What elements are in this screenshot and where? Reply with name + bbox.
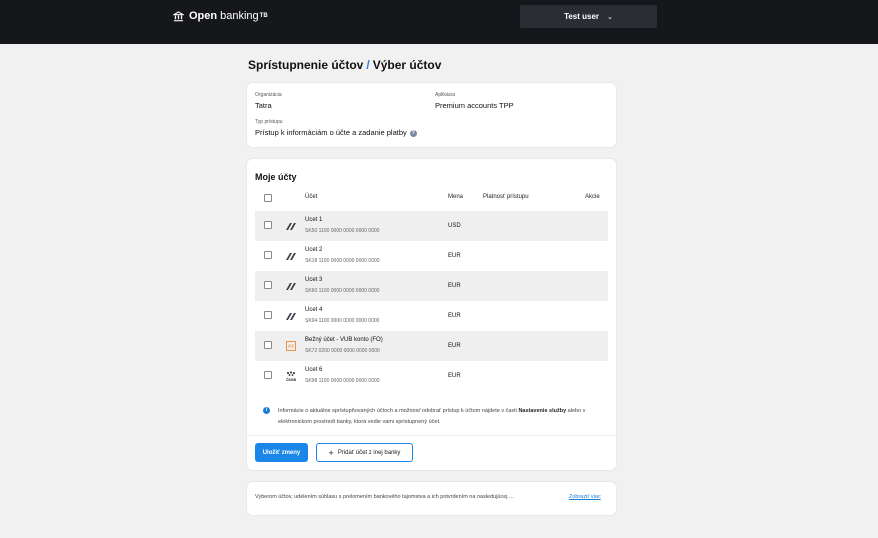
add-account-label: Pridať účet z inej banky — [337, 449, 401, 456]
application-label: Aplikácia — [435, 92, 456, 98]
tatra-bank-icon — [286, 313, 296, 320]
consent-text: Vyberom účtov, udelením súhlasu s prelom… — [255, 494, 514, 500]
account-iban: SK60 1100 0000 0000 0000 0000 — [305, 288, 380, 294]
consent-card: Vyberom účtov, udelením súhlasu s prelom… — [247, 482, 616, 515]
brand-superscript: TB — [259, 13, 268, 19]
organization-label: Organizácia — [255, 92, 282, 98]
user-name: Test user — [564, 12, 600, 21]
chevron-down-icon: ⌄ — [607, 13, 613, 21]
application-value: Premium accounts TPP — [435, 101, 514, 110]
account-currency: EUR — [448, 283, 461, 289]
bank-building-icon — [173, 10, 184, 21]
brand-bold: Open — [189, 10, 218, 22]
application-field: Aplikácia Premium accounts TPP — [435, 92, 514, 110]
divider — [247, 435, 616, 436]
page-title: Sprístupnenie účtov / Výber účtov — [248, 58, 441, 72]
account-name: Bežný účet - VUB konto (FO) — [305, 337, 383, 343]
page-title-part2: Výber účtov — [372, 58, 442, 72]
tatra-bank-icon — [286, 223, 296, 230]
tatra-bank-icon — [286, 253, 296, 260]
section-title: Moje účty — [255, 172, 297, 182]
account-iban: SK72 0200 0000 0000 0000 0000 — [305, 348, 380, 354]
account-row: Ucet 4 SK94 1100 0000 0000 0000 0000 EUR — [255, 301, 608, 331]
account-currency: EUR — [448, 343, 461, 349]
account-checkbox[interactable] — [264, 221, 272, 229]
csob-bank-icon: ČSOB — [286, 371, 296, 382]
add-account-button[interactable]: + Pridať účet z inej banky — [316, 443, 413, 462]
plus-icon: + — [328, 447, 334, 458]
column-currency: Mena — [448, 194, 464, 200]
account-name: Ucet 2 — [305, 247, 323, 253]
top-navigation-bar: Open banking TB Test user ⌄ — [0, 0, 878, 44]
account-currency: EUR — [448, 313, 461, 319]
help-icon[interactable]: ? — [409, 129, 417, 137]
title-separator: / — [366, 58, 370, 72]
account-iban: SK18 1100 0000 0000 0000 0000 — [305, 258, 380, 264]
account-row: Bežný účet - VUB konto (FO) SK72 0200 00… — [255, 331, 608, 361]
note-pre: Informácie o aktuálne sprístupňovaných ú… — [278, 408, 519, 414]
account-name: Ucet 1 — [305, 217, 323, 223]
account-checkbox[interactable] — [264, 251, 272, 259]
user-menu-button[interactable]: Test user ⌄ — [520, 5, 657, 28]
access-type-value: Prístup k informáciám o účte a zadanie p… — [255, 128, 417, 137]
request-info-card: Organizácia Tatra Aplikácia Premium acco… — [247, 83, 616, 147]
column-account: Účet — [305, 194, 318, 200]
save-changes-button[interactable]: Uložiť zmeny — [255, 443, 308, 462]
access-type-text: Prístup k informáciám o účte a zadanie p… — [255, 128, 407, 137]
account-name: Ucet 4 — [305, 307, 323, 313]
account-name: Ucet 6 — [305, 367, 323, 373]
account-checkbox[interactable] — [264, 281, 272, 289]
column-actions: Akcie — [585, 194, 600, 200]
csob-label: ČSOB — [286, 377, 296, 382]
account-currency: EUR — [448, 253, 461, 259]
info-note: i Informácie o aktuálne sprístupňovaných… — [263, 406, 603, 428]
open-banking-logo[interactable]: Open banking TB — [173, 10, 268, 22]
organization-value: Tatra — [255, 101, 272, 110]
account-checkbox[interactable] — [264, 341, 272, 349]
my-accounts-card: Moje účty Účet Mena Platnosť prístupu Ak… — [247, 159, 616, 470]
account-iban: SK94 1100 0000 0000 0000 0000 — [305, 318, 380, 324]
account-row: Ucet 1 SK50 1100 0000 0000 0000 0000 USD — [255, 211, 608, 241]
account-currency: USD — [448, 223, 461, 229]
account-checkbox[interactable] — [264, 371, 272, 379]
access-type-label: Typ prístupu — [255, 119, 283, 125]
info-icon: i — [263, 407, 270, 414]
tatra-bank-icon — [286, 283, 296, 290]
vub-bank-icon — [286, 341, 296, 351]
account-row: Ucet 2 SK18 1100 0000 0000 0000 0000 EUR — [255, 241, 608, 271]
account-row: Ucet 3 SK60 1100 0000 0000 0000 0000 EUR — [255, 271, 608, 301]
select-all-checkbox[interactable] — [264, 194, 272, 202]
info-note-text: Informácie o aktuálne sprístupňovaných ú… — [278, 406, 603, 428]
column-validity: Platnosť prístupu — [483, 194, 529, 200]
account-iban: SK50 1100 0000 0000 0000 0000 — [305, 228, 380, 234]
table-header: Účet Mena Platnosť prístupu Akcie — [255, 193, 608, 207]
account-currency: EUR — [448, 373, 461, 379]
access-type-field: Typ prístupu Prístup k informáciám o účt… — [255, 119, 417, 137]
account-checkbox[interactable] — [264, 311, 272, 319]
account-row: ČSOB Ucet 6 SK98 1100 0000 0000 0000 000… — [255, 361, 608, 391]
service-settings-link[interactable]: Nastavenie služby — [518, 408, 566, 414]
page-title-part1: Sprístupnenie účtov — [248, 58, 364, 72]
show-more-link[interactable]: Zobraziť viac — [569, 494, 601, 500]
brand-light: banking — [220, 10, 259, 22]
account-name: Ucet 3 — [305, 277, 323, 283]
organization-field: Organizácia Tatra — [255, 92, 282, 110]
account-iban: SK98 1100 0000 0000 0000 0000 — [305, 378, 380, 384]
